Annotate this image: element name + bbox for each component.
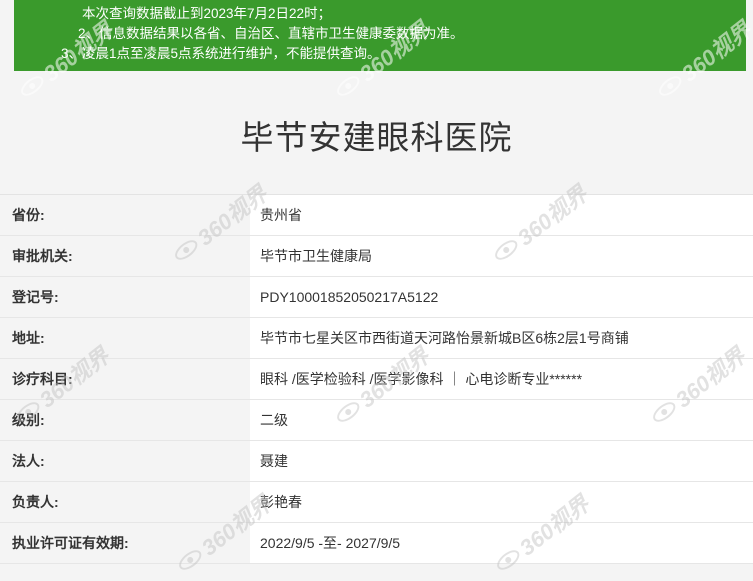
info-value: 2022/9/5 -至- 2027/9/5: [250, 523, 753, 563]
info-label: 执业许可证有效期:: [0, 523, 250, 563]
query-notice-banner: 本次查询数据截止到2023年7月2日22时； 2、信息数据结果以各省、自治区、直…: [14, 0, 746, 71]
hospital-name-title: 毕节安建眼科医院: [240, 119, 513, 156]
info-label: 地址:: [0, 318, 250, 358]
eye-logo-icon: [333, 72, 363, 100]
info-row-province: 省份: 贵州省: [0, 195, 753, 236]
info-label: 诊疗科目:: [0, 359, 250, 399]
info-row-address: 地址: 毕节市七星关区市西街道天河路怡景新城B区6栋2层1号商铺: [0, 318, 753, 359]
eye-logo-icon: [17, 72, 47, 100]
info-label: 负责人:: [0, 482, 250, 522]
info-label: 审批机关:: [0, 236, 250, 276]
info-label: 登记号:: [0, 277, 250, 317]
notice-line-data-source: 2、信息数据结果以各省、自治区、直辖市卫生健康委数据为准。: [78, 26, 464, 41]
info-value: 聂建: [250, 441, 753, 481]
info-row-registration-number: 登记号: PDY10001852050217A5122: [0, 277, 753, 318]
info-value: 眼科 /医学检验科 /医学影像科 ｜ 心电诊断专业******: [250, 359, 753, 399]
info-value: 毕节市七星关区市西街道天河路怡景新城B区6栋2层1号商铺: [250, 318, 753, 358]
info-row-person-in-charge: 负责人: 彭艳春: [0, 482, 753, 523]
info-row-legal-representative: 法人: 聂建: [0, 441, 753, 482]
notice-line-data-cutoff: 本次查询数据截止到2023年7月2日22时；: [82, 6, 332, 21]
info-label: 级别:: [0, 400, 250, 440]
info-row-license-validity: 执业许可证有效期: 2022/9/5 -至- 2027/9/5: [0, 523, 753, 564]
info-value: 彭艳春: [250, 482, 753, 522]
hospital-info-table: 省份: 贵州省 审批机关: 毕节市卫生健康局 登记号: PDY100018520…: [0, 194, 753, 564]
info-row-approval-authority: 审批机关: 毕节市卫生健康局: [0, 236, 753, 277]
info-row-departments: 诊疗科目: 眼科 /医学检验科 /医学影像科 ｜ 心电诊断专业******: [0, 359, 753, 400]
info-label: 省份:: [0, 195, 250, 235]
info-value: 二级: [250, 400, 753, 440]
info-label: 法人:: [0, 441, 250, 481]
info-value: PDY10001852050217A5122: [250, 277, 753, 317]
info-value: 毕节市卫生健康局: [250, 236, 753, 276]
info-value: 贵州省: [250, 195, 753, 235]
info-row-level: 级别: 二级: [0, 400, 753, 441]
notice-line-maintenance: 3、凌晨1点至凌晨5点系统进行维护，不能提供查询。: [61, 46, 381, 61]
eye-logo-icon: [655, 72, 685, 100]
